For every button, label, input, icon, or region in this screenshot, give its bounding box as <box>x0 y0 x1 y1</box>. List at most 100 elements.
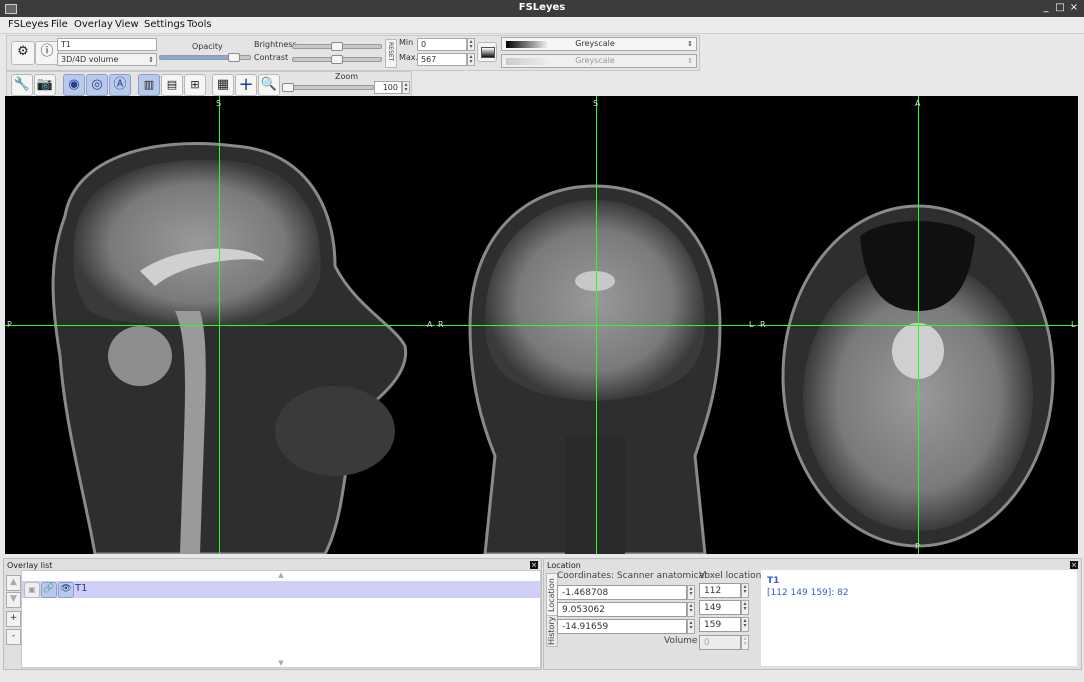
voxel-z-field[interactable]: 159 <box>699 617 741 632</box>
zoom-button[interactable]: 🔍 <box>258 74 280 96</box>
menu-fsleyes[interactable]: FSLeyes <box>8 19 49 30</box>
window-titlebar: FSLeyes _ □ × <box>0 0 1084 17</box>
save-icon: ▣ <box>28 585 36 594</box>
colour-bar-button[interactable] <box>477 42 497 62</box>
axial-top-label: A <box>915 99 921 108</box>
voxel-x-spinner[interactable]: ▴ ▾ <box>741 583 749 598</box>
zoom-slider-thumb[interactable] <box>282 83 294 92</box>
location-info-area: T1 [112 149 159]: 82 <box>761 570 1077 666</box>
vertical-layout-button[interactable]: ▤ <box>161 74 183 96</box>
sagittal-crosshair-vertical <box>219 96 220 554</box>
close-panel-icon[interactable]: × <box>530 561 538 569</box>
neg-colourmap-preview <box>506 58 550 65</box>
info-overlay-name: T1 <box>767 576 780 586</box>
link-overlay-button[interactable]: 🔗 <box>41 582 57 598</box>
coronal-right-label: L <box>749 320 754 329</box>
maximize-icon[interactable]: □ <box>1054 2 1066 14</box>
colourmap-value: Greyscale <box>575 39 615 48</box>
camera-icon: 📷 <box>36 77 54 92</box>
min-label: Min <box>399 38 414 47</box>
sagittal-top-label: S <box>216 99 222 108</box>
axial-right-label: L <box>1071 320 1076 329</box>
menu-bar: FSLeyes File Overlay View Settings Tools <box>0 17 1084 34</box>
view-settings-button[interactable]: 🔧 <box>11 74 33 96</box>
brightness-slider-thumb[interactable] <box>331 42 343 51</box>
scroll-down-icon[interactable]: ▼ <box>22 659 540 667</box>
menu-overlay[interactable]: Overlay <box>74 19 113 30</box>
volume-field: 0 <box>699 635 741 650</box>
list-item[interactable]: ▣ 🔗 👁 T1 <box>22 581 540 598</box>
reset-button[interactable]: RESET <box>385 39 397 68</box>
overlay-list-title: Overlay list <box>7 561 53 570</box>
dropdown-arrow-icon: ⇕ <box>687 40 693 48</box>
zoom-field[interactable]: 100 <box>374 81 402 94</box>
overlay-name: T1 <box>75 583 88 594</box>
overlay-type-select[interactable]: 3D/4D volume ⇕ <box>57 53 157 66</box>
wrench-icon: 🔧 <box>13 77 31 92</box>
contrast-slider-thumb[interactable] <box>331 55 343 64</box>
close-icon[interactable]: × <box>1068 2 1080 14</box>
visibility-button[interactable]: 👁 <box>58 582 74 598</box>
coord-y-spinner[interactable]: ▴ ▾ <box>687 602 695 617</box>
contrast-label: Contrast <box>254 53 289 62</box>
coord-z-spinner[interactable]: ▴ ▾ <box>687 619 695 634</box>
voxel-y-spinner[interactable]: ▴ ▾ <box>741 600 749 615</box>
movie-mode-button[interactable]: ▦ <box>212 74 234 96</box>
coord-x-spinner[interactable]: ▴ ▾ <box>687 585 695 600</box>
display-range-max-field[interactable]: 567 <box>417 53 467 66</box>
remove-overlay-button[interactable]: - <box>6 629 21 645</box>
toggle-coronal-button[interactable]: ◎ <box>86 74 108 96</box>
window-title: FSLeyes <box>518 2 566 13</box>
zoom-slider[interactable] <box>282 85 374 90</box>
add-overlay-button[interactable]: + <box>6 611 21 627</box>
coord-y-field[interactable]: 9.053062 <box>557 602 687 617</box>
menu-settings[interactable]: Settings <box>144 19 185 30</box>
voxel-z-spinner[interactable]: ▴ ▾ <box>741 617 749 632</box>
coord-x-field[interactable]: -1.468708 <box>557 585 687 600</box>
info-icon: ⓘ <box>40 44 54 59</box>
opacity-slider-fill <box>160 56 238 59</box>
grid-layout-button[interactable]: ⊞ <box>184 74 206 96</box>
overlay-name-field[interactable]: T1 <box>57 38 157 51</box>
move-up-button[interactable]: ▲ <box>6 575 21 591</box>
toggle-cursor-button[interactable]: + <box>235 74 257 96</box>
colourmap-preview <box>506 41 550 48</box>
dropdown-arrow-icon: ⇕ <box>148 56 154 64</box>
overlay-list-panel: Overlay list × ▲ ▼ + - ▲ ▣ 🔗 👁 T1 ▼ <box>3 558 542 670</box>
volume-label: Volume <box>664 636 698 646</box>
overlay-settings-button[interactable]: ⚙ <box>11 41 35 65</box>
colourmap-icon <box>481 47 495 58</box>
overlay-info-button[interactable]: ⓘ <box>35 41 59 65</box>
menu-view[interactable]: View <box>115 19 139 30</box>
display-range-min-field[interactable]: 0 <box>417 38 467 51</box>
save-overlay-button[interactable]: ▣ <box>24 582 40 598</box>
colourmap-select[interactable]: Greyscale ⇕ <box>501 37 697 51</box>
negative-colourmap-select: Greyscale ⇕ <box>501 54 697 68</box>
minimize-icon[interactable]: _ <box>1040 2 1052 14</box>
axial-left-label: R <box>760 320 766 329</box>
min-spinner[interactable]: ▴ ▾ <box>467 38 475 51</box>
reset-label: RESET <box>387 42 394 62</box>
info-overlay-value: [112 149 159]: 82 <box>767 588 849 598</box>
vertical-layout-icon: ▤ <box>166 78 178 91</box>
overlay-display-toolbar: ⚙ ⓘ T1 3D/4D volume ⇕ Opacity Brightness… <box>6 35 700 71</box>
toggle-sagittal-button[interactable]: ◉ <box>63 74 85 96</box>
coord-z-field[interactable]: -14.91659 <box>557 619 687 634</box>
opacity-slider-thumb[interactable] <box>227 53 240 62</box>
toggle-axial-button[interactable]: Ⓐ <box>109 74 131 96</box>
crosshair-icon: + <box>238 74 254 95</box>
menu-tools[interactable]: Tools <box>187 19 212 30</box>
grid-layout-icon: ⊞ <box>190 78 200 91</box>
zoom-spinner[interactable]: ▴ ▾ <box>402 81 410 94</box>
max-spinner[interactable]: ▴ ▾ <box>467 53 475 66</box>
move-down-button[interactable]: ▼ <box>6 592 21 608</box>
screenshot-button[interactable]: 📷 <box>34 74 56 96</box>
horizontal-layout-button[interactable]: ▥ <box>138 74 160 96</box>
close-panel-icon[interactable]: × <box>1070 561 1078 569</box>
ortho-viewer[interactable]: S P A S R L A P R L <box>5 96 1078 554</box>
scroll-up-icon[interactable]: ▲ <box>22 571 540 579</box>
voxel-y-field[interactable]: 149 <box>699 600 741 615</box>
voxel-x-field[interactable]: 112 <box>699 583 741 598</box>
axial-head-icon: Ⓐ <box>113 77 127 92</box>
menu-file[interactable]: File <box>51 19 68 30</box>
